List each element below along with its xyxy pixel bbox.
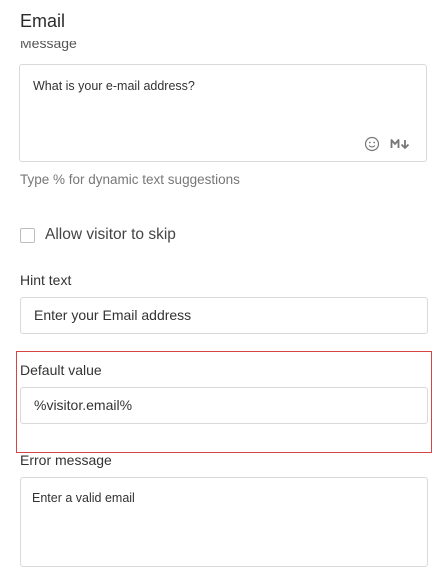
message-toolbar xyxy=(364,136,412,152)
message-value: What is your e-mail address? xyxy=(33,79,195,93)
allow-skip-label: Allow visitor to skip xyxy=(45,226,176,243)
markdown-icon[interactable] xyxy=(390,137,412,151)
message-helper-text: Type % for dynamic text suggestions xyxy=(20,172,240,187)
error-message-label: Error message xyxy=(20,452,112,468)
emoji-icon[interactable] xyxy=(364,136,380,152)
default-value-input[interactable]: %visitor.email% xyxy=(20,387,428,424)
default-value-label: Default value xyxy=(20,362,102,378)
message-textarea[interactable]: What is your e-mail address? xyxy=(19,64,427,162)
hint-text-label: Hint text xyxy=(20,272,72,288)
error-message-textarea[interactable]: Enter a valid email xyxy=(20,477,428,567)
allow-skip-checkbox[interactable] xyxy=(20,227,35,243)
error-message-value: Enter a valid email xyxy=(32,491,135,505)
panel-title: Email xyxy=(20,11,66,31)
message-label: Message xyxy=(20,41,77,51)
allow-skip-option[interactable]: Allow visitor to skip xyxy=(20,226,176,244)
hint-text-input[interactable]: Enter your Email address xyxy=(20,297,428,334)
